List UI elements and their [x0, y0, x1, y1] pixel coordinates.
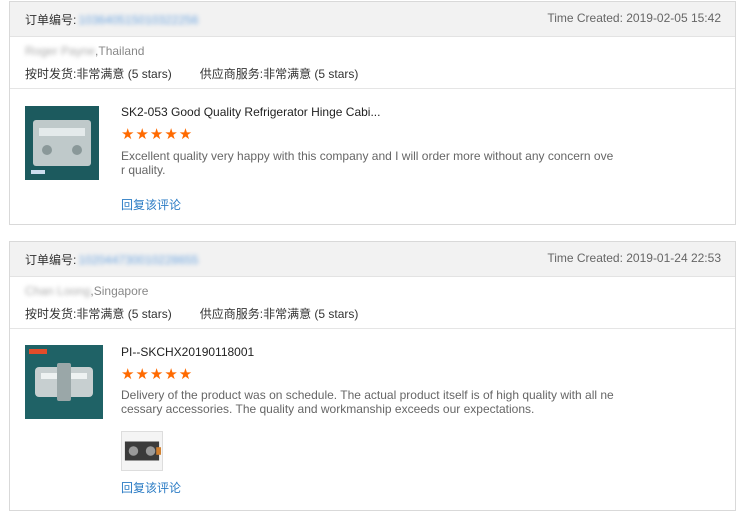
review-header: 订单编号: 103640515010322256 Time Created: 20… [10, 2, 735, 37]
buyer-info: Chan Loong,Singapore [25, 284, 148, 298]
review-card: 订单编号: 102044730010228655 Time Created: 20… [9, 241, 736, 511]
order-number[interactable]: 102044730010228655 [78, 253, 198, 267]
time-created: Time Created: 2019-02-05 15:42 [547, 11, 721, 25]
delivery-label: 按时发货: [25, 307, 77, 321]
service-rating: 非常满意 [263, 307, 312, 321]
divider [10, 328, 735, 329]
review-text: Excellent quality very happy with this c… [121, 149, 614, 177]
delivery-rating: 非常满意 [76, 67, 125, 81]
review-text: Delivery of the product was on schedule.… [121, 388, 614, 416]
review-card: 订单编号: 103640515010322256 Time Created: 20… [9, 1, 736, 225]
order-number-label: 订单编号: [25, 253, 77, 267]
product-thumbnail[interactable] [25, 106, 99, 180]
product-title[interactable]: SK2-053 Good Quality Refrigerator Hinge … [121, 105, 380, 119]
order-number[interactable]: 103640515010322256 [78, 13, 198, 27]
buyer-country: ,Singapore [90, 284, 149, 298]
buyer-name: Roger Payne [25, 44, 96, 58]
service-label: 供应商服务: [199, 67, 264, 81]
ratings-row: 按时发货:非常满意 (5 stars) 供应商服务:非常满意 (5 stars) [25, 305, 358, 322]
service-stars: (5 stars) [314, 307, 359, 321]
service-stars: (5 stars) [314, 67, 359, 81]
product-title[interactable]: PI--SKCHX20190118001 [121, 345, 254, 359]
delivery-stars: (5 stars) [127, 67, 172, 81]
delivery-stars: (5 stars) [127, 307, 172, 321]
delivery-rating: 非常满意 [76, 307, 125, 321]
buyer-info: Roger Payne,Thailand [25, 44, 144, 58]
ratings-row: 按时发货:非常满意 (5 stars) 供应商服务:非常满意 (5 stars) [25, 65, 358, 82]
reply-review-link[interactable]: 回复该评论 [121, 479, 181, 496]
review-header: 订单编号: 102044730010228655 Time Created: 20… [10, 242, 735, 277]
time-created: Time Created: 2019-01-24 22:53 [547, 251, 721, 265]
delivery-label: 按时发货: [25, 67, 77, 81]
buyer-name: Chan Loong [25, 284, 91, 298]
product-thumbnail[interactable] [25, 345, 103, 419]
reply-review-link[interactable]: 回复该评论 [121, 196, 181, 213]
order-number-row: 订单编号: 103640515010322256 [25, 11, 198, 28]
service-label: 供应商服务: [199, 307, 264, 321]
review-attachment-image[interactable] [121, 431, 163, 471]
star-rating: ★★★★★ [121, 366, 194, 383]
divider [10, 88, 735, 89]
buyer-country: ,Thailand [95, 44, 145, 58]
order-number-row: 订单编号: 102044730010228655 [25, 251, 198, 268]
star-rating: ★★★★★ [121, 126, 194, 143]
order-number-label: 订单编号: [25, 13, 77, 27]
service-rating: 非常满意 [263, 67, 312, 81]
